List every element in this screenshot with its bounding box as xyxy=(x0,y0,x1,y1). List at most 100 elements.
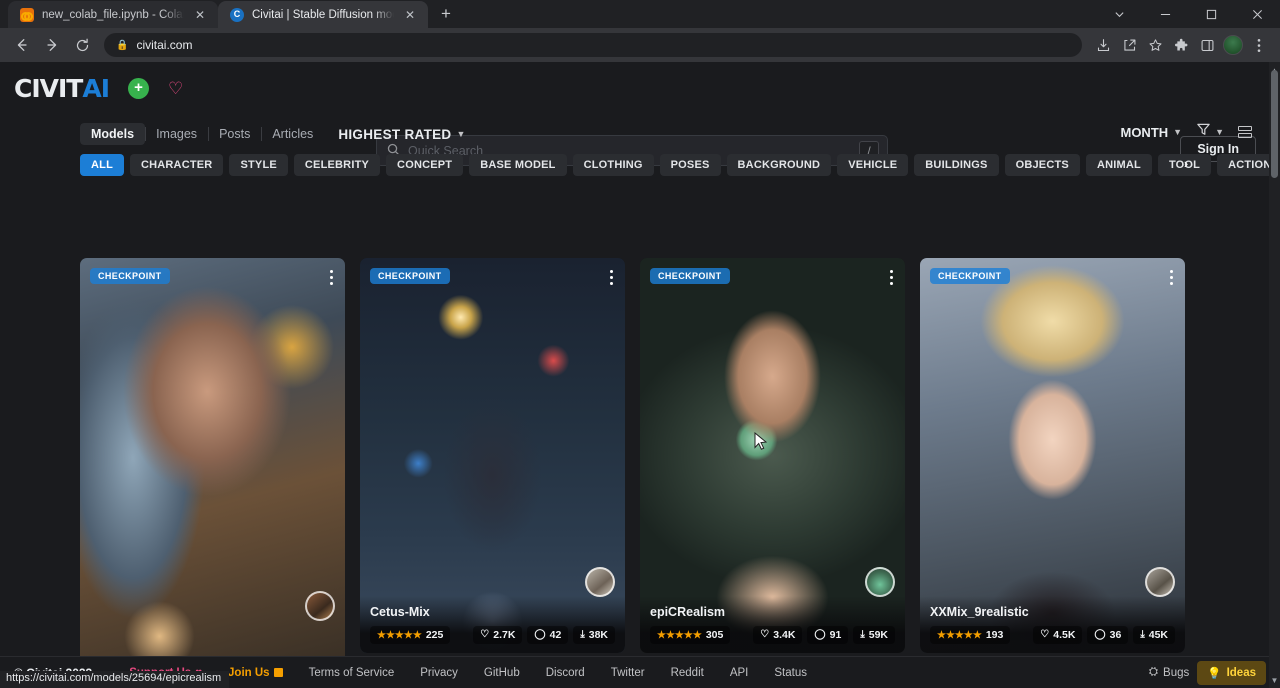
share-icon[interactable] xyxy=(1116,31,1142,59)
card-menu-icon[interactable] xyxy=(1170,270,1173,285)
profile-avatar-icon[interactable] xyxy=(1220,31,1246,59)
avatar[interactable] xyxy=(865,567,895,597)
chip-concept[interactable]: CONCEPT xyxy=(386,154,463,176)
close-icon[interactable]: ✕ xyxy=(192,7,208,23)
model-card[interactable]: CHECKPOINT DreamShaper xyxy=(80,258,345,688)
bugs-label: Bugs xyxy=(1163,667,1189,679)
chip-style[interactable]: STYLE xyxy=(229,154,287,176)
bugs-button[interactable]: ⛭ Bugs xyxy=(1149,666,1189,679)
avatar[interactable] xyxy=(585,567,615,597)
status-bar-url: https://civitai.com/models/25694/epicrea… xyxy=(0,671,229,688)
reload-icon[interactable] xyxy=(68,31,96,59)
card-title: epiCRealism xyxy=(650,605,895,619)
model-card[interactable]: CHECKPOINT XXMix_9realistic ★★★★★ 193 xyxy=(920,258,1185,653)
layout-toggle-icon[interactable] xyxy=(1238,126,1252,138)
footer-link-terms[interactable]: Terms of Service xyxy=(296,667,408,679)
civitai-logo[interactable]: CIVITAI xyxy=(14,74,109,103)
footer-link-github[interactable]: GitHub xyxy=(471,667,533,679)
chip-background[interactable]: BACKGROUND xyxy=(727,154,832,176)
scrollbar-thumb[interactable] xyxy=(1271,70,1278,178)
period-value: MONTH xyxy=(1120,125,1168,140)
chip-base-model[interactable]: BASE MODEL xyxy=(469,154,566,176)
create-plus-button[interactable]: + xyxy=(128,78,149,99)
card-title: Cetus-Mix xyxy=(370,605,615,619)
footer-link-status[interactable]: Status xyxy=(761,667,820,679)
card-footer: Cetus-Mix ★★★★★ 225 ♡ 2.7K xyxy=(360,596,625,653)
chip-objects[interactable]: OBJECTS xyxy=(1005,154,1080,176)
maximize-icon[interactable] xyxy=(1188,0,1234,28)
card-menu-icon[interactable] xyxy=(610,270,613,285)
model-card[interactable]: CHECKPOINT epiCRealism ★★★★★ 305 xyxy=(640,258,905,653)
footer-link-api[interactable]: API xyxy=(717,667,762,679)
download-icon: ⤓ xyxy=(580,630,584,640)
chip-poses[interactable]: POSES xyxy=(660,154,721,176)
tab-posts[interactable]: Posts xyxy=(208,123,261,145)
new-tab-button[interactable]: + xyxy=(432,0,460,28)
page-scrollbar[interactable]: ▲ ▼ xyxy=(1269,62,1280,688)
footer-right-actions: ⛭ Bugs 💡 Ideas xyxy=(1149,661,1266,685)
card-stats: ★★★★★ 305 ♡ 3.4K ◯ 91 xyxy=(650,626,895,644)
comments-count: 36 xyxy=(1110,629,1122,641)
footer-link-discord[interactable]: Discord xyxy=(533,667,598,679)
bookmark-star-icon[interactable] xyxy=(1142,31,1168,59)
chip-vehicle[interactable]: VEHICLE xyxy=(837,154,908,176)
ideas-button[interactable]: 💡 Ideas xyxy=(1197,661,1266,685)
comments-stat: ◯ 42 xyxy=(527,626,568,644)
browser-tab-colab[interactable]: new_colab_file.ipynb - Colaborat ✕ xyxy=(8,1,218,28)
extensions-puzzle-icon[interactable] xyxy=(1168,31,1194,59)
footer-link-privacy[interactable]: Privacy xyxy=(407,667,471,679)
filter-button[interactable]: ▼ xyxy=(1196,122,1224,142)
filter-funnel-icon xyxy=(1196,122,1211,142)
forward-arrow-icon[interactable] xyxy=(38,31,66,59)
logo-part-civit: CIVIT xyxy=(14,74,82,103)
tab-images[interactable]: Images xyxy=(145,123,208,145)
likes-stat: ♡ 3.4K xyxy=(753,626,802,644)
avatar[interactable] xyxy=(1145,567,1175,597)
chip-animal[interactable]: ANIMAL xyxy=(1086,154,1152,176)
sort-dropdown[interactable]: HIGHEST RATED ▼ xyxy=(338,127,465,142)
card-stats: ★★★★★ 225 ♡ 2.7K ◯ 42 xyxy=(370,626,615,644)
civitai-icon: C xyxy=(230,8,244,22)
rating-stat: ★★★★★ 193 xyxy=(930,626,1010,644)
chips-scroll-next-icon[interactable]: › xyxy=(1178,152,1194,175)
package-icon xyxy=(274,668,283,677)
browser-window: new_colab_file.ipynb - Colaborat ✕ C Civ… xyxy=(0,0,1280,688)
chevron-down-icon: ▼ xyxy=(1215,127,1224,137)
card-image xyxy=(80,258,345,688)
chip-character[interactable]: CHARACTER xyxy=(130,154,223,176)
chip-all[interactable]: ALL xyxy=(80,154,124,176)
chip-celebrity[interactable]: CELEBRITY xyxy=(294,154,380,176)
address-bar[interactable]: 🔒 civitai.com xyxy=(104,33,1082,57)
page-content: CIVITAI + ♡ Quick Search / Sign In Model… xyxy=(0,62,1280,688)
model-card[interactable]: CHECKPOINT Cetus-Mix ★★★★★ 225 xyxy=(360,258,625,653)
rating-count: 193 xyxy=(986,629,1004,641)
heart-icon[interactable]: ♡ xyxy=(168,80,183,97)
minimize-icon[interactable] xyxy=(1142,0,1188,28)
avatar[interactable] xyxy=(305,591,335,621)
close-icon[interactable]: ✕ xyxy=(402,7,418,23)
chip-buildings[interactable]: BUILDINGS xyxy=(914,154,998,176)
footer-link-reddit[interactable]: Reddit xyxy=(658,667,717,679)
comments-count: 42 xyxy=(550,629,562,641)
period-dropdown[interactable]: MONTH ▼ xyxy=(1120,125,1182,140)
chrome-menu-icon[interactable] xyxy=(1246,31,1272,59)
logo-part-ai: AI xyxy=(82,74,109,103)
side-panel-icon[interactable] xyxy=(1194,31,1220,59)
install-app-icon[interactable] xyxy=(1090,31,1116,59)
card-image xyxy=(360,258,625,653)
back-arrow-icon[interactable] xyxy=(8,31,36,59)
scroll-down-arrow-icon[interactable]: ▼ xyxy=(1270,674,1279,686)
close-icon[interactable] xyxy=(1234,0,1280,28)
tab-search-icon[interactable] xyxy=(1096,0,1142,28)
footer-link-twitter[interactable]: Twitter xyxy=(598,667,658,679)
browser-tab-civitai[interactable]: C Civitai | Stable Diffusion models, ✕ xyxy=(218,1,428,28)
tab-models[interactable]: Models xyxy=(80,123,145,145)
downloads-count: 45K xyxy=(1149,629,1168,641)
card-title: XXMix_9realistic xyxy=(930,605,1175,619)
card-menu-icon[interactable] xyxy=(330,270,333,285)
card-image xyxy=(920,258,1185,653)
chip-clothing[interactable]: CLOTHING xyxy=(573,154,654,176)
card-menu-icon[interactable] xyxy=(890,270,893,285)
tab-articles[interactable]: Articles xyxy=(261,123,324,145)
window-controls xyxy=(1096,0,1280,28)
